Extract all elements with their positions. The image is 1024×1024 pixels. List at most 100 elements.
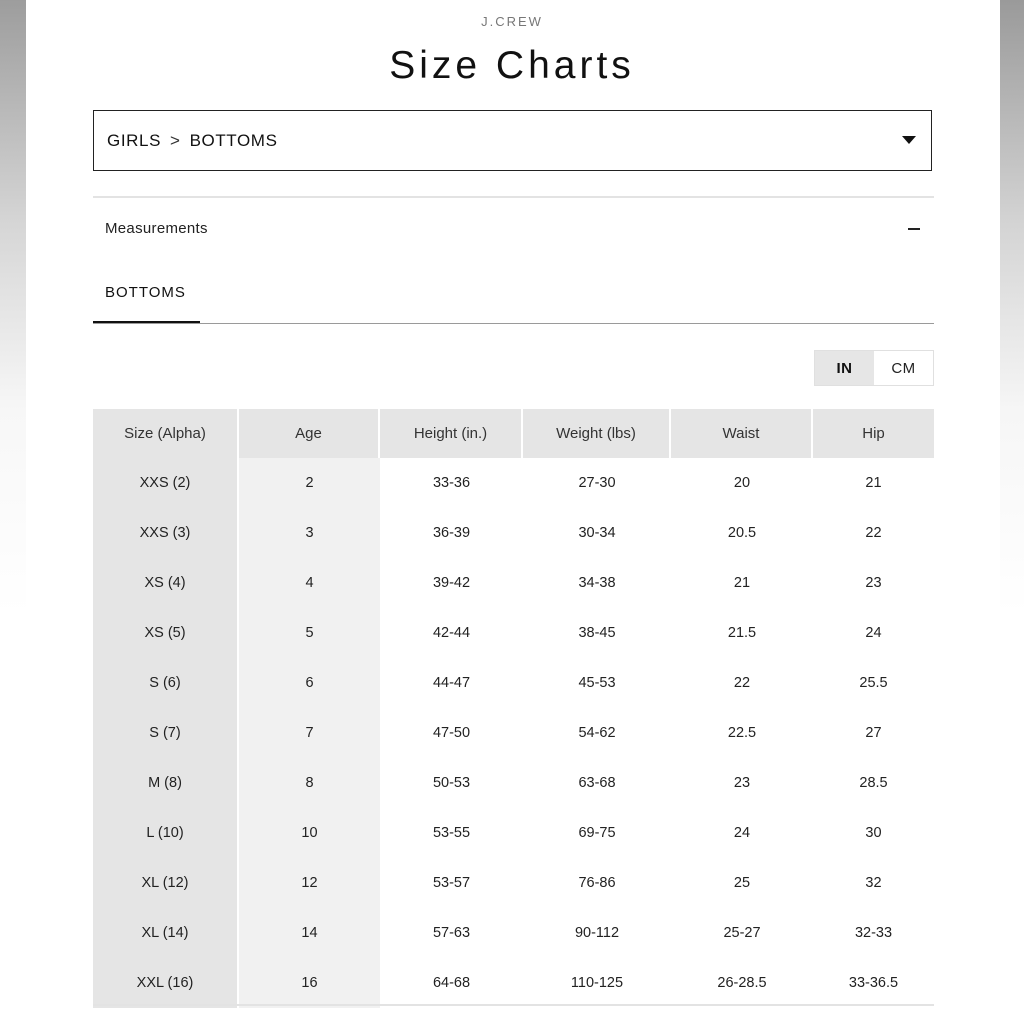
cell-height: 39-42	[432, 575, 471, 591]
cell-hip: 27	[865, 725, 882, 741]
cell-waist: 23	[733, 775, 751, 791]
cell-waist: 21	[733, 575, 751, 591]
cell-height: 50-53	[432, 775, 471, 791]
table-header-row: Size (Alpha) Age Height (in.) Weight (lb…	[93, 409, 934, 458]
measurements-accordion-header[interactable]: Measurements	[93, 212, 934, 246]
table-row: XXS (3) 3 36-39 30-34 20.5 22	[93, 508, 934, 558]
cell-age: 4	[239, 558, 380, 608]
brand-logo: J.CREW	[481, 14, 543, 29]
cell-age: 12	[239, 858, 380, 908]
header-waist: Waist	[671, 409, 813, 458]
tab-bottoms-label: BOTTOMS	[105, 284, 186, 301]
minus-icon[interactable]	[908, 228, 920, 230]
left-edge-shadow	[0, 0, 26, 1024]
cell-height: 33-36	[432, 475, 471, 491]
table-row: XL (12) 12 53-57 76-86 25 32	[93, 858, 934, 908]
size-chart-table: Size (Alpha) Age Height (in.) Weight (lb…	[93, 409, 934, 1008]
table-row: XS (5) 5 42-44 38-45 21.5 24	[93, 608, 934, 658]
cell-weight: 110-125	[570, 975, 624, 991]
breadcrumb-bottoms: BOTTOMS	[189, 130, 278, 150]
cell-hip: 32-33	[854, 925, 893, 941]
breadcrumb-separator: >	[170, 130, 181, 150]
cell-weight: 76-86	[578, 875, 616, 891]
cell-size: S (6)	[93, 658, 239, 708]
cell-hip: 33-36.5	[848, 975, 899, 991]
cell-hip: 21	[865, 475, 882, 491]
cell-hip: 22	[865, 525, 882, 541]
header-size-alpha: Size (Alpha)	[93, 409, 239, 458]
cell-waist: 22.5	[727, 725, 757, 741]
cell-age: 10	[239, 808, 380, 858]
cell-height: 57-63	[432, 925, 471, 941]
right-edge-shadow	[1000, 0, 1024, 1024]
cell-size: L (10)	[93, 808, 239, 858]
tab-bar-rule	[93, 323, 934, 324]
cell-weight: 45-53	[578, 675, 616, 691]
header-weight: Weight (lbs)	[523, 409, 671, 458]
cell-size: S (7)	[93, 708, 239, 758]
table-row: XXL (16) 16 64-68 110-125 26-28.5 33-36.5	[93, 958, 934, 1008]
cell-age: 5	[239, 608, 380, 658]
cell-weight: 90-112	[574, 925, 620, 941]
cell-age: 2	[239, 458, 380, 508]
page-title: Size Charts	[389, 44, 635, 87]
cell-waist: 26-28.5	[717, 975, 767, 991]
cell-height: 53-57	[432, 875, 471, 891]
table-row: XS (4) 4 39-42 34-38 21 23	[93, 558, 934, 608]
cell-waist: 25	[733, 875, 751, 891]
cell-age: 3	[239, 508, 380, 558]
measurements-label: Measurements	[105, 220, 208, 237]
cell-height: 42-44	[432, 625, 471, 641]
cell-size: XS (5)	[93, 608, 239, 658]
cell-weight: 69-75	[578, 825, 616, 841]
cell-hip: 30	[865, 825, 882, 841]
unit-toggle: IN CM	[814, 350, 934, 386]
section-divider-bottom	[93, 1004, 934, 1006]
cell-waist: 21.5	[727, 625, 757, 641]
table-row: L (10) 10 53-55 69-75 24 30	[93, 808, 934, 858]
table-row: S (6) 6 44-47 45-53 22 25.5	[93, 658, 934, 708]
cell-hip: 28.5	[859, 775, 888, 791]
cell-weight: 34-38	[578, 575, 616, 591]
cell-weight: 30-34	[578, 525, 616, 541]
cell-weight: 54-62	[578, 725, 616, 741]
unit-in-button[interactable]: IN	[815, 351, 874, 385]
table-row: XXS (2) 2 33-36 27-30 20 21	[93, 458, 934, 508]
cell-size: XXL (16)	[93, 958, 239, 1008]
cell-hip: 24	[865, 625, 882, 641]
cell-age: 8	[239, 758, 380, 808]
table-row: M (8) 8 50-53 63-68 23 28.5	[93, 758, 934, 808]
cell-age: 7	[239, 708, 380, 758]
breadcrumb-girls: GIRLS	[107, 130, 162, 150]
cell-hip: 25.5	[859, 675, 888, 691]
cell-height: 53-55	[432, 825, 471, 841]
unit-cm-button[interactable]: CM	[874, 351, 933, 385]
cell-size: XL (12)	[93, 858, 239, 908]
cell-age: 6	[239, 658, 380, 708]
table-row: XL (14) 14 57-63 90-112 25-27 32-33	[93, 908, 934, 958]
cell-weight: 38-45	[578, 625, 616, 641]
cell-waist: 20	[733, 475, 751, 491]
cell-size: XL (14)	[93, 908, 239, 958]
cell-size: XXS (2)	[93, 458, 239, 508]
caret-down-icon	[902, 136, 916, 144]
cell-height: 64-68	[432, 975, 471, 991]
header-hip: Hip	[813, 409, 934, 458]
cell-hip: 32	[865, 875, 882, 891]
tab-bottoms[interactable]: BOTTOMS	[93, 276, 200, 324]
cell-size: XS (4)	[93, 558, 239, 608]
header-height: Height (in.)	[380, 409, 523, 458]
cell-waist: 20.5	[727, 525, 757, 541]
cell-weight: 63-68	[578, 775, 616, 791]
cell-hip: 23	[865, 575, 882, 591]
cell-size: XXS (3)	[93, 508, 239, 558]
cell-waist: 22	[733, 675, 751, 691]
header-age: Age	[239, 409, 380, 458]
cell-age: 16	[239, 958, 380, 1008]
cell-waist: 25-27	[723, 925, 761, 941]
section-divider-top	[93, 196, 934, 198]
cell-weight: 27-30	[578, 475, 616, 491]
table-row: S (7) 7 47-50 54-62 22.5 27	[93, 708, 934, 758]
cell-waist: 24	[733, 825, 751, 841]
category-select[interactable]: GIRLS > BOTTOMS	[93, 110, 932, 171]
